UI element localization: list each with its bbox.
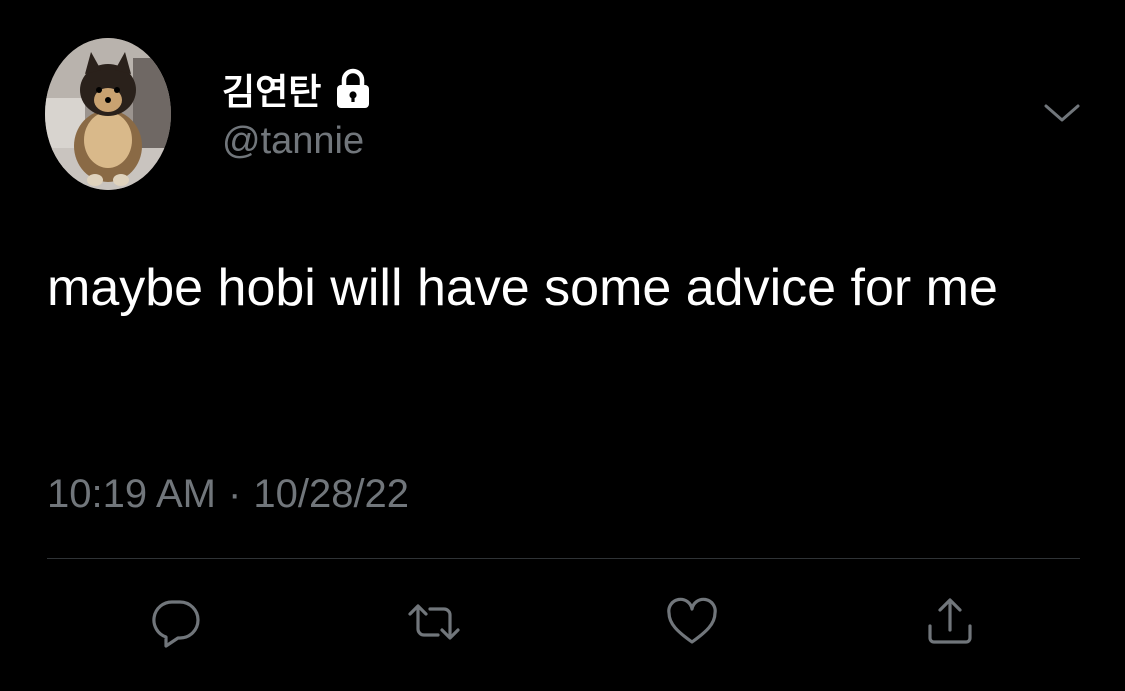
share-icon xyxy=(928,598,972,644)
share-button[interactable] xyxy=(918,590,982,654)
retweet-button[interactable] xyxy=(402,590,466,654)
lock-icon xyxy=(333,68,373,110)
reply-button[interactable] xyxy=(144,590,208,654)
timestamp-separator: · xyxy=(228,472,242,516)
tweet-time: 10:19 AM xyxy=(47,472,217,516)
reply-icon xyxy=(152,600,200,648)
avatar-image xyxy=(45,38,171,190)
retweet-icon xyxy=(408,604,460,640)
tweet: 김연탄 @tannie maybe hobi will have some ad… xyxy=(0,0,1125,691)
like-button[interactable] xyxy=(660,590,724,654)
tweet-text: maybe hobi will have some advice for me xyxy=(47,259,998,317)
avatar[interactable] xyxy=(45,38,171,190)
user-name-row: 김연탄 xyxy=(222,63,373,115)
divider xyxy=(47,558,1080,559)
chevron-down-icon[interactable] xyxy=(1042,98,1082,128)
user-handle[interactable]: @tannie xyxy=(222,120,364,163)
action-bar xyxy=(0,590,1125,660)
tweet-date: 10/28/22 xyxy=(253,472,410,516)
tweet-timestamp: 10:19 AM · 10/28/22 xyxy=(47,472,409,517)
display-name[interactable]: 김연탄 xyxy=(222,63,321,115)
heart-icon xyxy=(667,597,717,644)
